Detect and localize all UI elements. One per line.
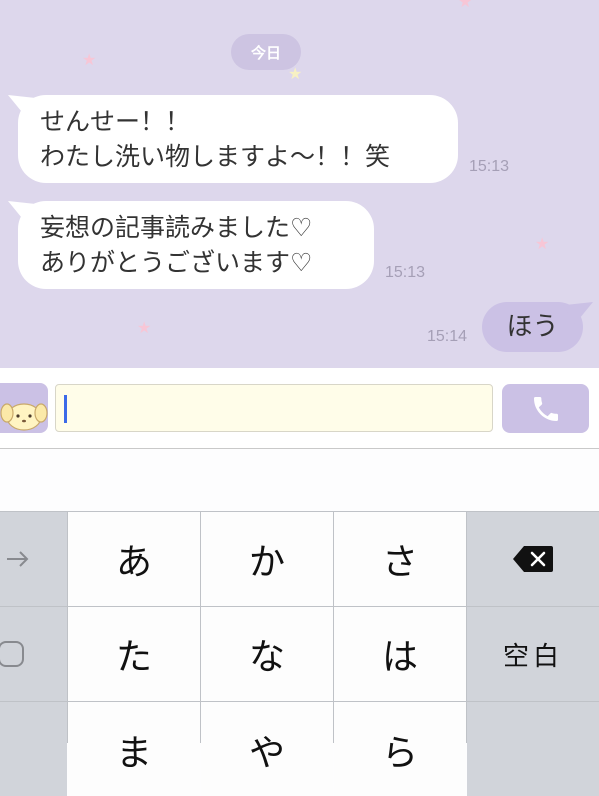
outgoing-message-bubble[interactable]: ほう — [482, 302, 583, 352]
star-decoration-icon: ★ — [137, 318, 152, 337]
message-timestamp: 15:13 — [469, 158, 510, 175]
sticker-button[interactable] — [0, 383, 48, 433]
key-a-row[interactable]: あ — [68, 512, 200, 606]
incoming-message-bubble[interactable]: せんせー！！ わたし洗い物しますよ〜！！笑 — [18, 95, 458, 183]
key-label: は — [381, 637, 418, 678]
return-key[interactable] — [467, 702, 599, 796]
chat-area: ★ ★ ★ ★ ★ 今日 せんせー！！ わたし洗い物しますよ〜！！笑 15:13… — [0, 0, 599, 368]
space-key[interactable]: 空白 — [467, 607, 599, 701]
key-ma-row[interactable]: ま — [68, 702, 200, 796]
kana-keyboard: あ か さ た な は 空白 ま や ら — [0, 511, 599, 796]
star-decoration-icon: ★ — [535, 234, 550, 253]
keyboard-candidate-bar — [0, 449, 599, 511]
arrow-right-icon — [6, 551, 28, 567]
next-candidate-key[interactable] — [0, 512, 67, 606]
star-decoration-icon: ★ — [458, 0, 473, 11]
key-sa-row[interactable]: さ — [334, 512, 466, 606]
key-label: か — [248, 542, 285, 583]
key-ha-row[interactable]: は — [334, 607, 466, 701]
key-ra-row[interactable]: ら — [334, 702, 466, 796]
call-button[interactable] — [502, 384, 589, 433]
undo-icon — [0, 641, 24, 667]
undo-key[interactable] — [0, 607, 67, 701]
delete-key[interactable] — [467, 512, 599, 606]
date-separator: 今日 — [231, 34, 301, 70]
mode-key[interactable] — [0, 702, 67, 796]
incoming-message-bubble[interactable]: 妄想の記事読みました♡ ありがとうございます♡ — [18, 201, 374, 289]
message-timestamp: 15:14 — [427, 328, 468, 345]
message-text: ほう — [506, 311, 559, 342]
key-label: や — [248, 733, 285, 774]
key-label: ま — [115, 733, 152, 774]
message-text: ありがとうございます♡ — [40, 248, 313, 277]
message-input[interactable] — [55, 384, 493, 432]
message-text: せんせー！！ — [40, 107, 191, 136]
message-text: わたし洗い物しますよ〜！！笑 — [40, 142, 391, 171]
key-label: あ — [115, 542, 152, 583]
key-ya-row[interactable]: や — [201, 702, 333, 796]
key-ka-row[interactable]: か — [201, 512, 333, 606]
phone-icon — [533, 396, 558, 421]
key-label: 空白 — [502, 641, 563, 672]
key-label: な — [248, 637, 285, 678]
key-ta-row[interactable]: た — [68, 607, 200, 701]
key-na-row[interactable]: な — [201, 607, 333, 701]
star-decoration-icon: ★ — [82, 50, 97, 69]
message-text: 妄想の記事読みました♡ — [40, 213, 313, 242]
text-caret — [64, 395, 67, 423]
key-label: ら — [381, 733, 418, 774]
key-label: た — [115, 637, 152, 678]
delete-icon — [513, 546, 553, 572]
message-input-bar — [0, 368, 599, 449]
key-label: さ — [381, 542, 418, 583]
dog-mascot-icon — [0, 403, 48, 431]
message-timestamp: 15:13 — [385, 264, 426, 281]
